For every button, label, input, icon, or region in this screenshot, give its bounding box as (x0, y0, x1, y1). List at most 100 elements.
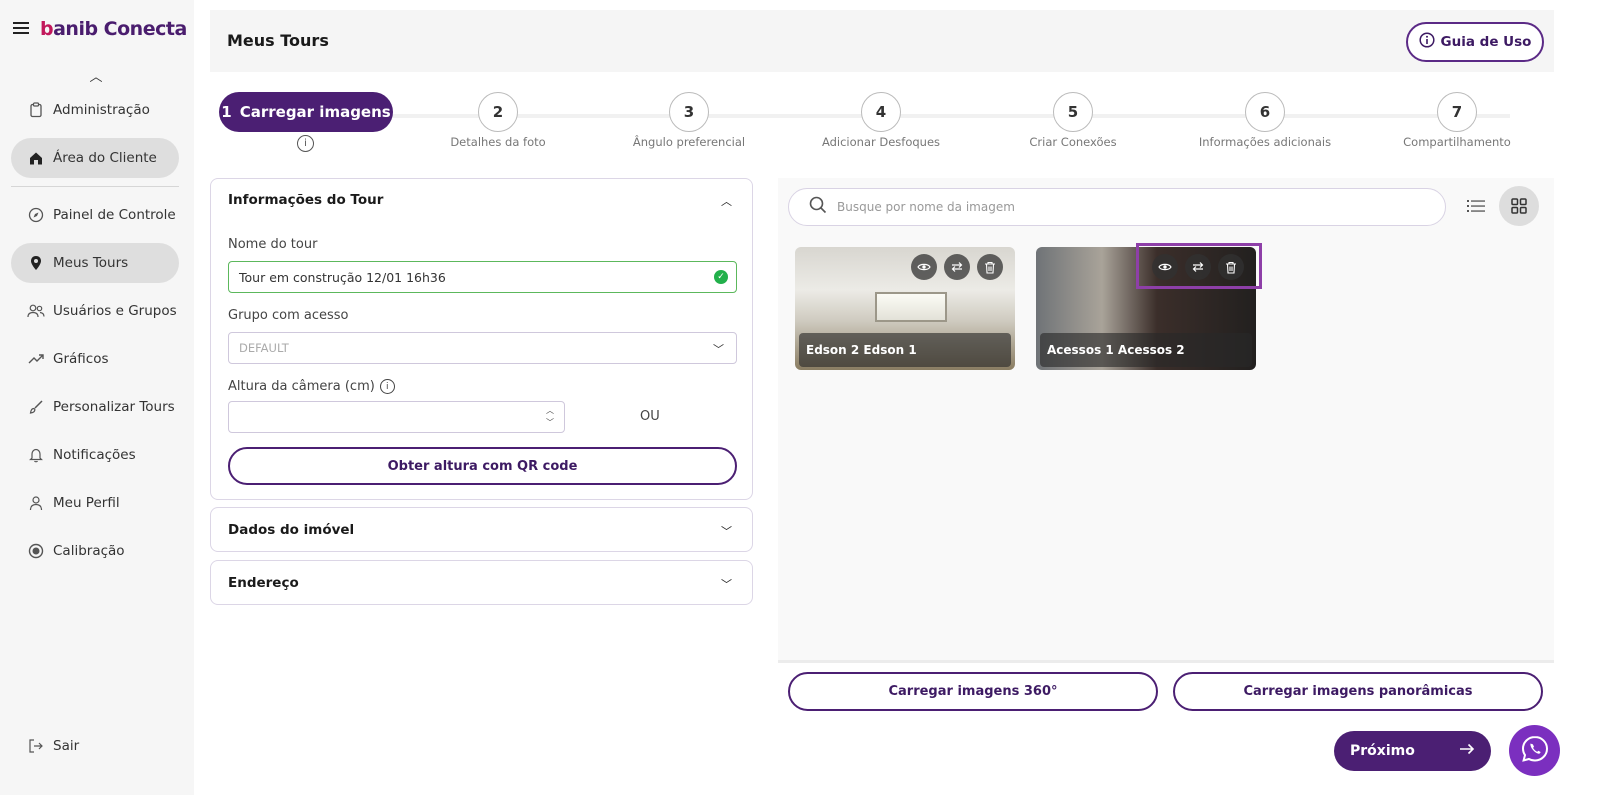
view-eye-icon[interactable] (911, 254, 937, 280)
step-5[interactable]: 5 Criar Conexões (993, 92, 1153, 149)
upload-panoramic-button[interactable]: Carregar imagens panorâmicas (1173, 672, 1543, 711)
property-data-panel[interactable]: Dados do imóvel ﹀ (210, 507, 753, 552)
step-number: 1 (221, 103, 232, 121)
sidebar-item-label: Meu Perfil (53, 495, 120, 511)
chevron-down-icon[interactable]: ﹀ (721, 576, 732, 592)
sidebar-item-label: Meus Tours (53, 255, 129, 271)
tour-info-panel: Informações do Tour ︿ Nome do tour Tour … (210, 178, 753, 500)
next-button-label: Próximo (1350, 743, 1415, 759)
target-icon (27, 542, 45, 560)
sidebar-item-label: Notificações (53, 447, 136, 463)
sidebar-item-label: Área do Cliente (53, 150, 157, 166)
step-label: Criar Conexões (1029, 135, 1117, 149)
sidebar-item-usuarios-e-grupos[interactable]: Usuários e Grupos (11, 291, 179, 331)
search-input[interactable]: Busque por nome da imagem (788, 188, 1446, 226)
step-7[interactable]: 7 Compartilhamento (1377, 92, 1537, 149)
thumbnail-caption: Edson 2 Edson 1 (799, 333, 1011, 367)
info-icon[interactable]: i (379, 379, 395, 394)
sidebar-item-notificacoes[interactable]: Notificações (11, 435, 179, 475)
whatsapp-icon (1520, 734, 1550, 768)
search-icon (809, 196, 827, 218)
grid-view-icon[interactable] (1499, 186, 1539, 226)
sidebar-item-calibracao[interactable]: Calibração (11, 531, 179, 571)
thumbnail-caption: Acessos 1 Acessos 2 (1040, 333, 1252, 367)
info-icon[interactable]: i (297, 135, 314, 152)
step-label: Carregar imagens (239, 103, 391, 121)
compass-icon (27, 206, 45, 224)
step-number: 7 (1437, 92, 1477, 132)
sidebar-item-meu-perfil[interactable]: Meu Perfil (11, 483, 179, 523)
page-header: Meus Tours Guia de Uso (210, 10, 1554, 72)
sidebar-item-meus-tours[interactable]: Meus Tours (11, 243, 179, 283)
camera-height-label-text: Altura da câmera (cm) (228, 379, 375, 394)
address-panel[interactable]: Endereço ﹀ (210, 560, 753, 605)
step-4[interactable]: 4 Adicionar Desfoques (801, 92, 961, 149)
group-label: Grupo com acesso (228, 308, 349, 323)
bell-icon (27, 446, 45, 464)
page-title: Meus Tours (227, 31, 329, 50)
replace-icon[interactable] (944, 254, 970, 280)
sidebar-item-label: Usuários e Grupos (53, 303, 177, 319)
home-icon (27, 149, 45, 167)
logout-button[interactable]: Sair (11, 726, 179, 766)
step-number: 4 (861, 92, 901, 132)
logout-label: Sair (53, 738, 80, 754)
trash-icon[interactable] (977, 254, 1003, 280)
step-3[interactable]: 3 Ângulo preferencial (609, 92, 769, 149)
property-data-title: Dados do imóvel (228, 522, 355, 538)
thumbnail-actions (911, 254, 1003, 280)
sidebar-item-label: Calibração (53, 543, 125, 559)
sidebar-item-administracao[interactable]: Administração (11, 90, 179, 130)
step-number: 5 (1053, 92, 1093, 132)
group-select-value: DEFAULT (239, 341, 289, 355)
tour-name-value: Tour em construção 12/01 16h36 (239, 269, 446, 285)
sidebar: banib Conecta ︿ Administração Área do Cl… (0, 0, 194, 795)
step-2[interactable]: 2 Detalhes da foto (418, 92, 578, 149)
chevron-down-icon: ﹀ (713, 343, 724, 356)
step-label: Compartilhamento (1403, 135, 1511, 149)
chevron-up-icon[interactable]: ︿ (88, 66, 104, 85)
chevron-up-icon[interactable]: ︿ (721, 193, 732, 209)
step-6[interactable]: 6 Informações adicionais (1185, 92, 1345, 149)
step-label: Informações adicionais (1198, 135, 1332, 149)
camera-height-input[interactable]: ︿ ﹀ (228, 401, 565, 433)
check-circle-icon: ✓ (714, 270, 728, 284)
next-button[interactable]: Próximo (1334, 731, 1491, 771)
group-select[interactable]: DEFAULT ﹀ (228, 332, 737, 364)
chevron-down-icon[interactable]: ﹀ (721, 523, 732, 539)
sidebar-item-label: Administração (53, 102, 150, 118)
logo: banib Conecta (40, 18, 187, 40)
qr-code-height-button[interactable]: Obter altura com QR code (228, 447, 737, 485)
tour-info-title: Informações do Tour (228, 192, 384, 208)
step-label: Ângulo preferencial (632, 135, 746, 149)
arrow-right-icon (1459, 743, 1475, 759)
whatsapp-button[interactable] (1509, 725, 1560, 776)
sidebar-item-personalizar-tours[interactable]: Personalizar Tours (11, 387, 179, 427)
users-icon (27, 302, 45, 320)
sidebar-item-label: Gráficos (53, 351, 109, 367)
step-1-active[interactable]: 1 Carregar imagens (219, 92, 393, 132)
hamburger-menu-icon[interactable] (13, 22, 29, 36)
sidebar-divider (11, 186, 179, 187)
address-title: Endereço (228, 575, 299, 591)
tour-name-field[interactable]: Tour em construção 12/01 16h36 ✓ (228, 261, 737, 293)
user-icon (27, 494, 45, 512)
step-number: 6 (1245, 92, 1285, 132)
brush-icon (27, 398, 45, 416)
tour-name-label: Nome do tour (228, 237, 318, 252)
upload-360-button[interactable]: Carregar imagens 360° (788, 672, 1158, 711)
list-view-icon[interactable] (1463, 193, 1489, 219)
sidebar-item-painel-de-controle[interactable]: Painel de Controle (11, 195, 179, 235)
sidebar-item-area-do-cliente[interactable]: Área do Cliente (11, 138, 179, 178)
thumbnail-photo-detail (875, 292, 947, 322)
image-thumbnail[interactable]: Edson 2 Edson 1 (795, 247, 1015, 370)
selection-highlight (1136, 243, 1262, 289)
sidebar-item-graficos[interactable]: Gráficos (11, 339, 179, 379)
step-label: Adicionar Desfoques (821, 135, 941, 149)
step-label: Detalhes da foto (450, 135, 546, 149)
number-stepper-icon[interactable]: ︿ ﹀ (546, 405, 554, 429)
trend-icon (27, 350, 45, 368)
logout-icon (27, 737, 45, 755)
map-pin-icon (27, 254, 45, 272)
guide-button[interactable]: Guia de Uso (1406, 22, 1544, 62)
